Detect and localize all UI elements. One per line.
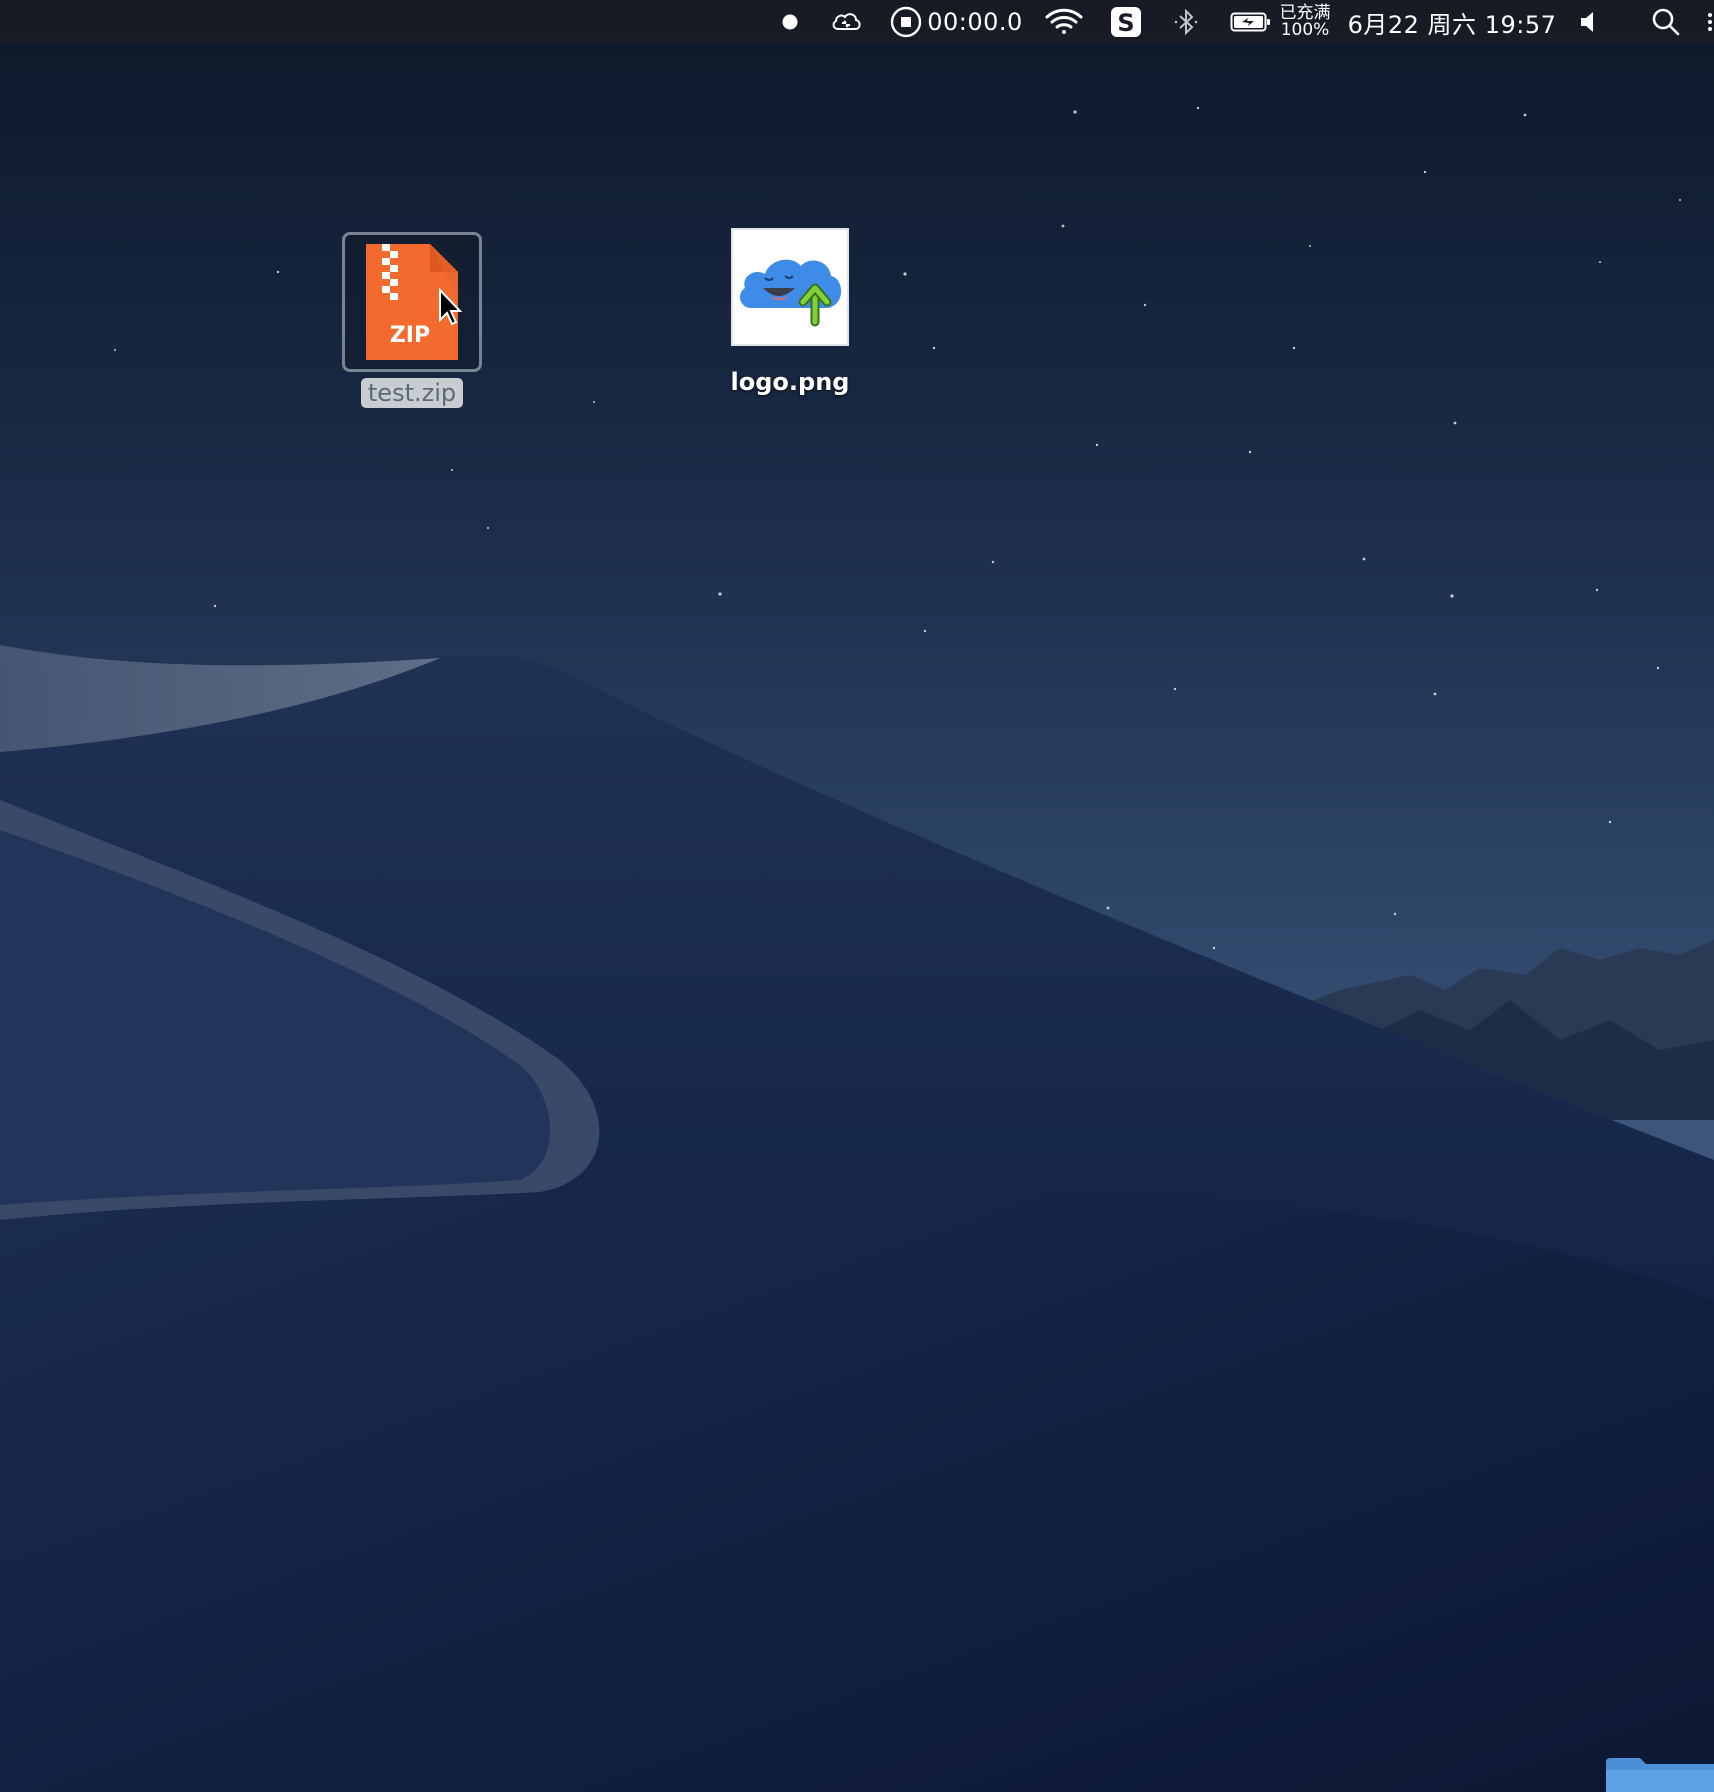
zip-file-icon: ZIP (366, 244, 462, 360)
desktop-icon-logo-png[interactable]: logo.png (729, 228, 851, 396)
menu-bar: 00:00.0 S 已充满 100% 6月22 周六 19:57 (0, 0, 1714, 44)
timer-text: 00:00.0 (927, 8, 1023, 36)
stop-recording-icon[interactable] (888, 0, 924, 44)
desktop-icon-test-zip[interactable]: ZIP test.zip (341, 232, 483, 408)
clock[interactable]: 6月22 周六 19:57 (1340, 0, 1564, 44)
battery-charging-icon[interactable] (1230, 0, 1272, 44)
cloud-upload-icon (740, 259, 842, 327)
recording-dot-icon[interactable] (775, 0, 805, 44)
sogou-input-icon[interactable]: S (1108, 0, 1144, 44)
folder-icon[interactable] (1604, 1756, 1714, 1792)
png-thumbnail[interactable] (731, 228, 849, 346)
datetime-text: 6月22 周六 19:57 (1347, 10, 1557, 39)
wifi-icon[interactable] (1042, 0, 1086, 44)
zip-file-icon-frame[interactable]: ZIP (342, 232, 482, 372)
cloud-sync-icon[interactable] (828, 0, 864, 44)
zip-badge-text: ZIP (390, 323, 430, 348)
spotlight-search-icon[interactable] (1648, 0, 1684, 44)
test-zip-label[interactable]: test.zip (360, 378, 464, 408)
bluetooth-icon[interactable] (1168, 0, 1204, 44)
battery-status[interactable]: 已充满 100% (1276, 0, 1334, 44)
control-center-icon[interactable] (1700, 0, 1714, 44)
recording-timer[interactable]: 00:00.0 (927, 0, 1023, 44)
battery-percent-text: 100% (1280, 20, 1330, 40)
svg-text:S: S (1117, 9, 1134, 37)
volume-icon[interactable] (1574, 0, 1606, 44)
desktop[interactable]: 00:00.0 S 已充满 100% 6月22 周六 19:57 ZIP tes… (0, 0, 1714, 1792)
logo-png-label[interactable]: logo.png (731, 368, 850, 396)
wallpaper (0, 0, 1714, 1792)
